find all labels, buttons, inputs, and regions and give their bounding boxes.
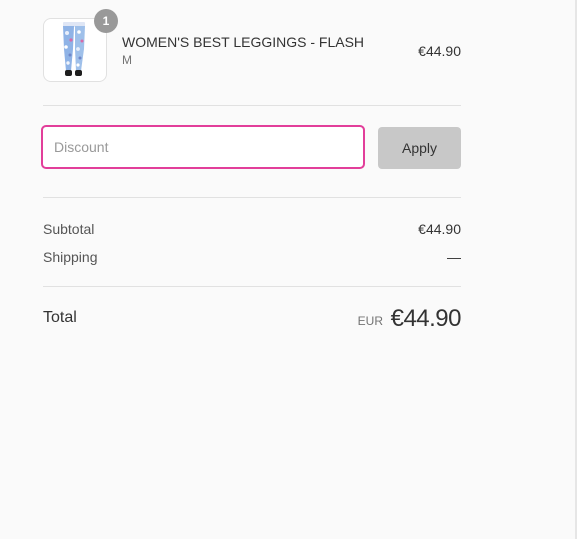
discount-input[interactable]: [41, 125, 365, 169]
product-thumbnail: 1: [43, 9, 118, 82]
shipping-label: Shipping: [43, 249, 98, 265]
divider: [43, 197, 461, 198]
product-variant: M: [122, 53, 132, 67]
subtotal-label: Subtotal: [43, 221, 95, 237]
product-name: WOMEN'S BEST LEGGINGS - FLASH: [122, 34, 365, 50]
divider: [43, 105, 461, 106]
total-label: Total: [43, 309, 77, 326]
quantity-badge: 1: [94, 9, 118, 33]
shipping-value: —: [447, 249, 461, 265]
total-currency: EUR: [357, 314, 383, 328]
divider: [43, 286, 461, 287]
apply-discount-button[interactable]: Apply: [378, 127, 461, 169]
product-line-item: 1 WOMEN'S BEST LEGGINGS - FLASH M €44.90: [43, 9, 461, 83]
total-value: €44.90: [390, 305, 462, 332]
subtotal-value: €44.90: [418, 221, 461, 237]
product-price: €44.90: [418, 43, 461, 59]
